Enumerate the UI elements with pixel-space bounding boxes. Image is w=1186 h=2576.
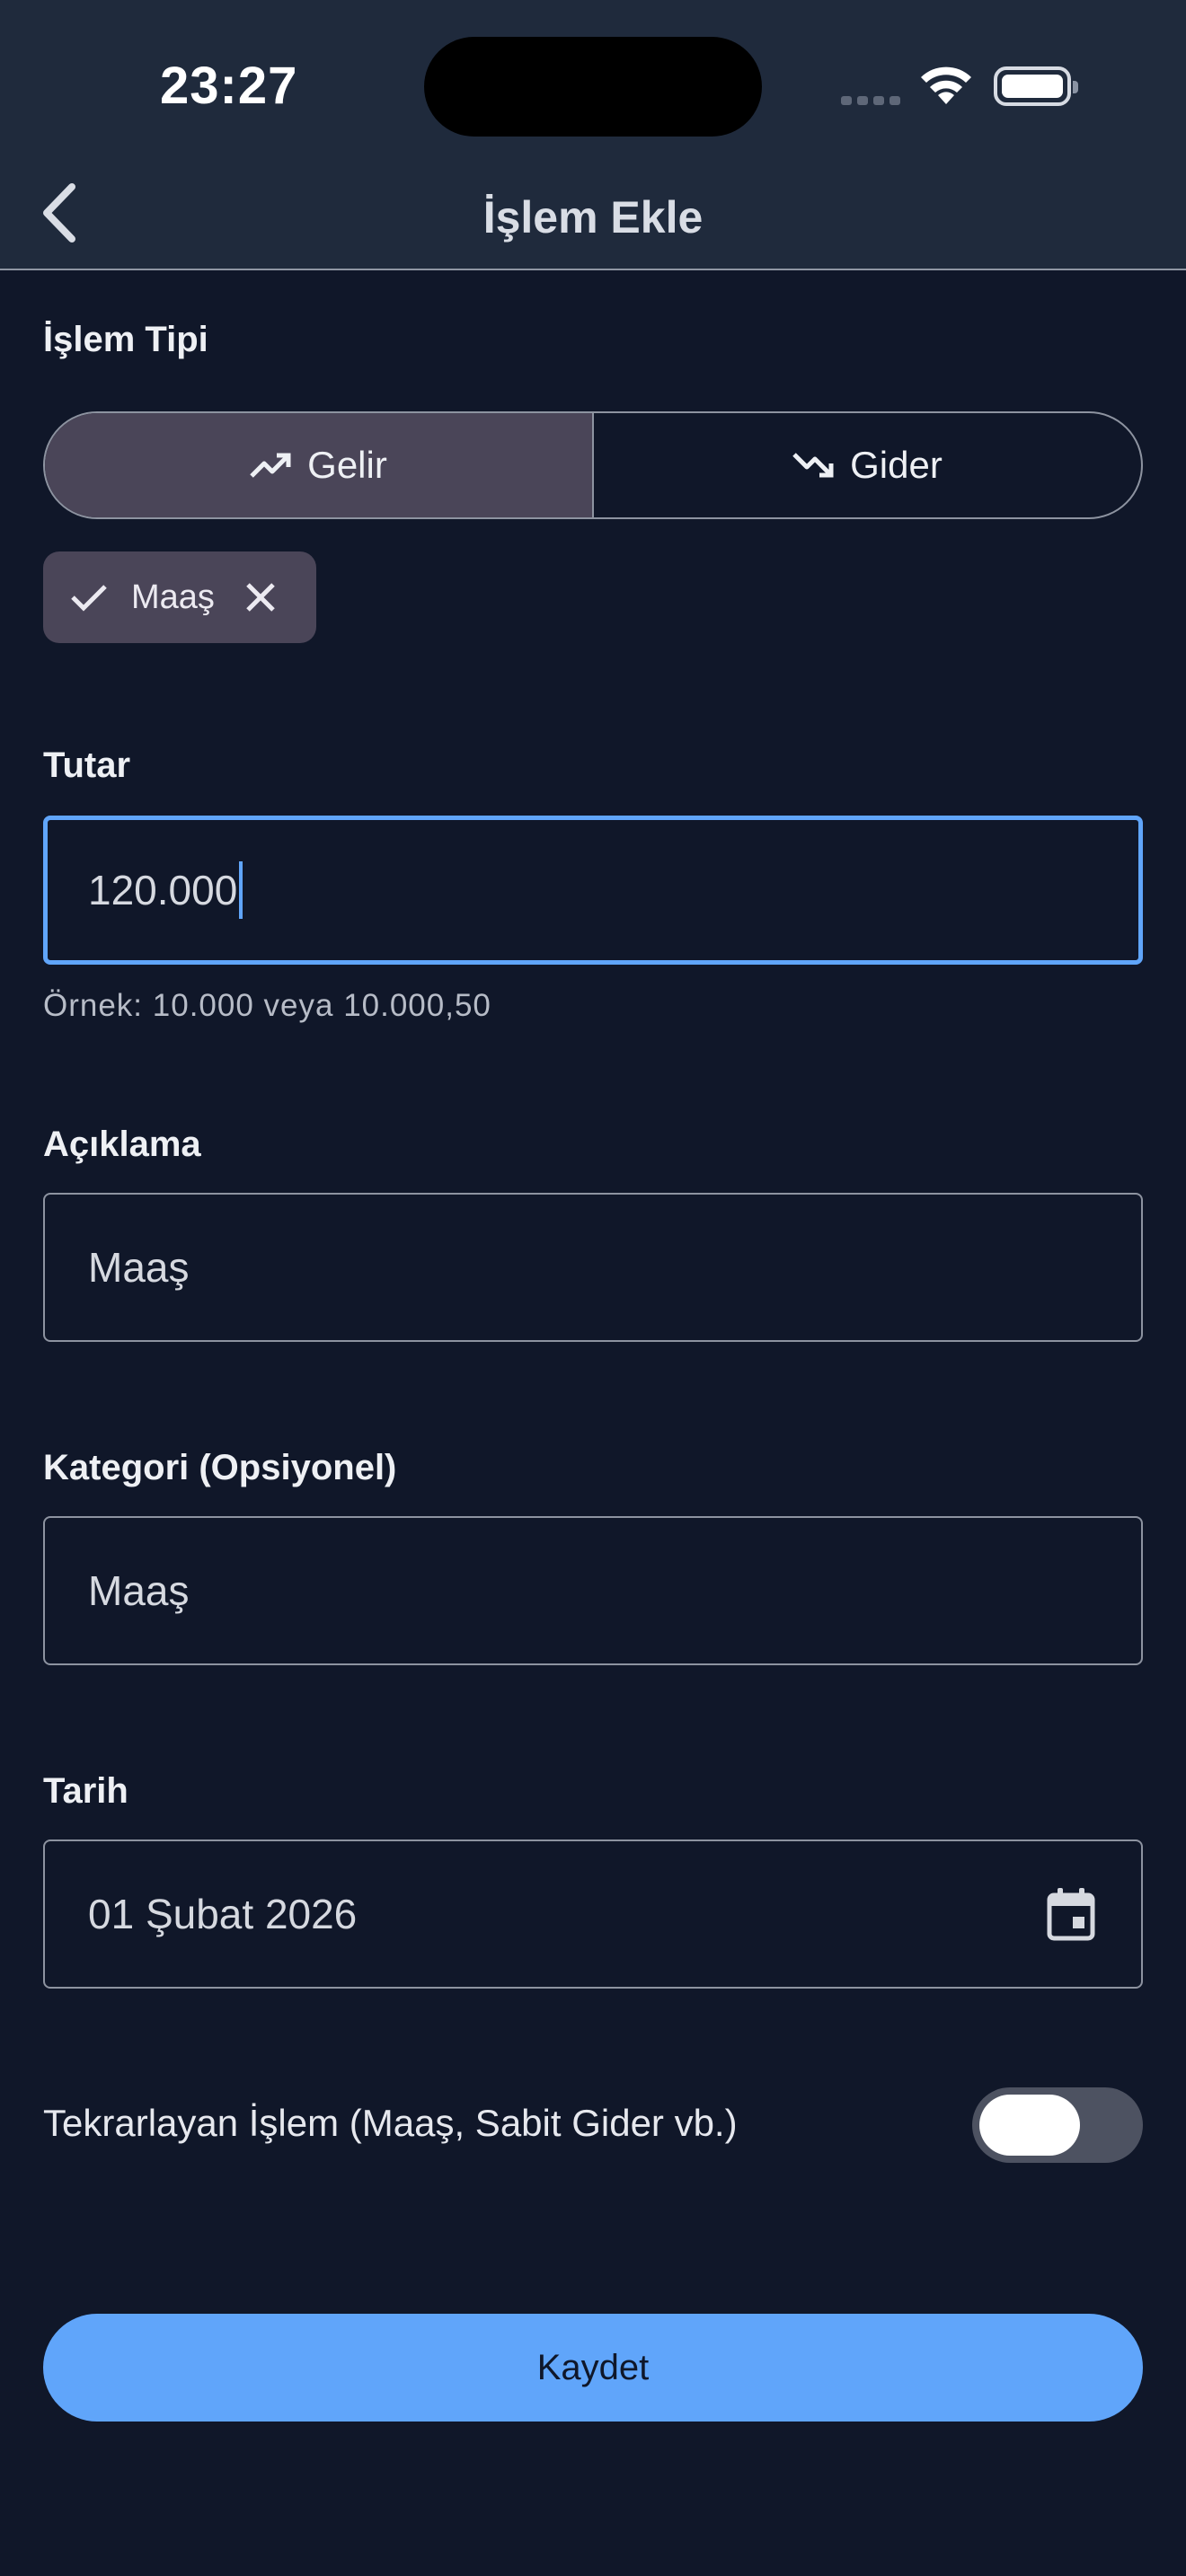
trending-down-icon — [792, 453, 834, 478]
description-input[interactable]: Maaş — [43, 1193, 1143, 1342]
status-bar: 23:27 — [0, 0, 1186, 157]
app-bar: İşlem Ekle — [0, 157, 1186, 270]
wifi-icon — [918, 65, 974, 112]
date-input[interactable]: 01 Şubat 2026 — [43, 1839, 1143, 1989]
chip-label: Maaş — [131, 578, 215, 616]
toggle-knob — [979, 2095, 1080, 2156]
transaction-type-label: İşlem Tipi — [43, 320, 208, 359]
battery-icon — [994, 66, 1078, 106]
check-icon — [71, 585, 107, 612]
status-time: 23:27 — [160, 57, 298, 115]
segment-expense-label: Gider — [850, 444, 943, 486]
date-value: 01 Şubat 2026 — [88, 1891, 358, 1937]
recurring-toggle[interactable] — [972, 2087, 1143, 2163]
trending-up-icon — [250, 453, 291, 478]
cellular-signal-icon — [841, 93, 906, 110]
description-label: Açıklama — [43, 1125, 201, 1164]
close-icon[interactable] — [245, 582, 276, 613]
segment-expense[interactable]: Gider — [592, 413, 1141, 517]
category-label: Kategori (Opsiyonel) — [43, 1448, 397, 1487]
transaction-type-segmented: Gelir Gider — [43, 411, 1143, 519]
dynamic-island — [424, 37, 762, 137]
category-chip[interactable]: Maaş — [43, 551, 316, 643]
date-label: Tarih — [43, 1771, 128, 1811]
recurring-label: Tekrarlayan İşlem (Maaş, Sabit Gider vb.… — [43, 2102, 738, 2144]
text-caret — [239, 861, 243, 919]
amount-helper-text: Örnek: 10.000 veya 10.000,50 — [43, 988, 491, 1023]
segment-income[interactable]: Gelir — [45, 413, 592, 517]
amount-input[interactable]: 120.000 — [43, 816, 1143, 965]
page-title: İşlem Ekle — [482, 192, 704, 243]
amount-label: Tutar — [43, 745, 131, 785]
amount-value: 120.000 — [88, 867, 238, 913]
category-value: Maaş — [88, 1567, 190, 1614]
segment-income-label: Gelir — [307, 444, 387, 486]
save-button[interactable]: Kaydet — [43, 2314, 1143, 2422]
description-value: Maaş — [88, 1244, 190, 1291]
calendar-icon[interactable] — [1046, 1886, 1096, 1942]
category-input[interactable]: Maaş — [43, 1516, 1143, 1665]
